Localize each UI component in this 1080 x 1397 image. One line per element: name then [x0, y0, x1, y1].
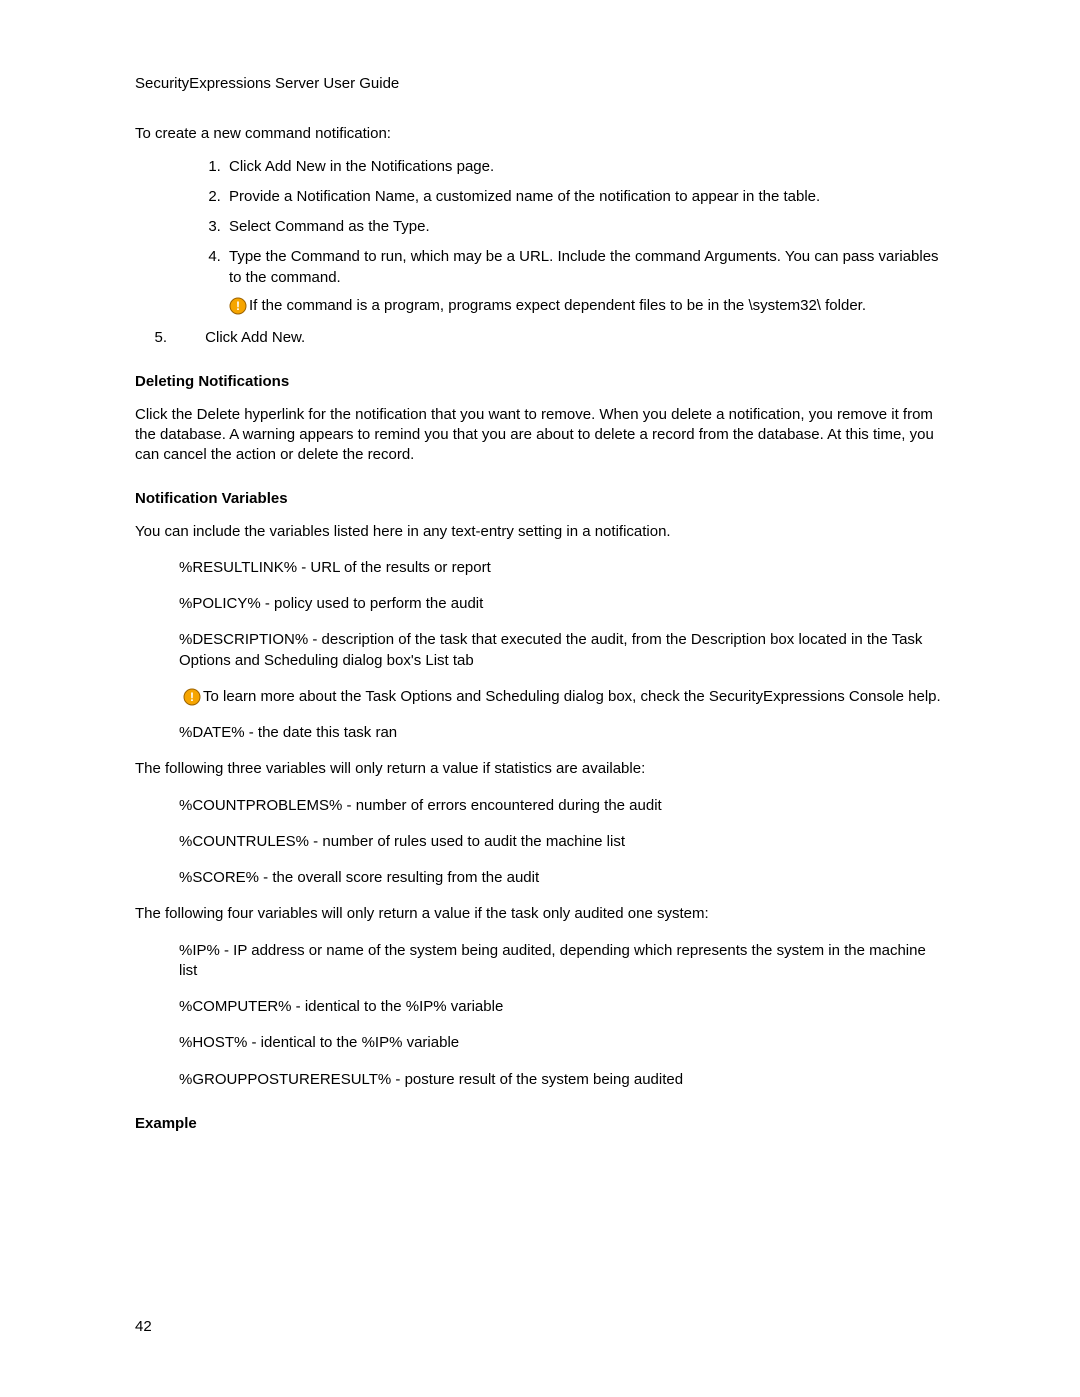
variables-heading: Notification Variables — [135, 489, 945, 509]
intro-paragraph: To create a new command notification: — [135, 124, 945, 144]
info-icon: ! — [229, 297, 247, 315]
var-date: %DATE% - the date this task ran — [179, 723, 945, 743]
variables-block-1: %RESULTLINK% - URL of the results or rep… — [135, 558, 945, 744]
var-resultlink: %RESULTLINK% - URL of the results or rep… — [179, 558, 945, 578]
task-note-text: To learn more about the Task Options and… — [203, 687, 945, 707]
deleting-body: Click the Delete hyperlink for the notif… — [135, 405, 945, 466]
step-3: Select Command as the Type. — [225, 217, 945, 237]
steps-list: Click Add New in the Notifications page.… — [135, 157, 945, 317]
variables-intro: You can include the variables listed her… — [135, 522, 945, 542]
step-2: Provide a Notification Name, a customize… — [225, 187, 945, 207]
page-header: SecurityExpressions Server User Guide — [135, 74, 945, 94]
variables-block-2: %COUNTPROBLEMS% - number of errors encou… — [135, 796, 945, 889]
task-note: ! To learn more about the Task Options a… — [179, 687, 945, 707]
var-score: %SCORE% - the overall score resulting fr… — [179, 868, 945, 888]
var-groupposture: %GROUPPOSTURERESULT% - posture result of… — [179, 1070, 945, 1090]
step-5-text: Click Add New. — [205, 328, 305, 348]
step-4-text: Type the Command to run, which may be a … — [229, 248, 939, 285]
var-description: %DESCRIPTION% - description of the task … — [179, 630, 945, 671]
step-5: 5. Click Add New. — [135, 328, 945, 348]
variables-block-3: %IP% - IP address or name of the system … — [135, 941, 945, 1090]
step-4: Type the Command to run, which may be a … — [225, 247, 945, 316]
single-intro: The following four variables will only r… — [135, 904, 945, 924]
step-4-note: ! If the command is a program, programs … — [229, 296, 945, 316]
var-policy: %POLICY% - policy used to perform the au… — [179, 594, 945, 614]
var-computer: %COMPUTER% - identical to the %IP% varia… — [179, 997, 945, 1017]
var-countproblems: %COUNTPROBLEMS% - number of errors encou… — [179, 796, 945, 816]
example-heading: Example — [135, 1114, 945, 1134]
step-5-number: 5. — [135, 328, 167, 348]
var-countrules: %COUNTRULES% - number of rules used to a… — [179, 832, 945, 852]
svg-text:!: ! — [236, 299, 240, 313]
deleting-heading: Deleting Notifications — [135, 372, 945, 392]
document-page: SecurityExpressions Server User Guide To… — [0, 0, 1080, 1397]
var-ip: %IP% - IP address or name of the system … — [179, 941, 945, 982]
var-host: %HOST% - identical to the %IP% variable — [179, 1033, 945, 1053]
svg-text:!: ! — [190, 690, 194, 704]
step-4-note-text: If the command is a program, programs ex… — [249, 296, 945, 316]
page-number: 42 — [135, 1317, 152, 1337]
stats-intro: The following three variables will only … — [135, 759, 945, 779]
step-1: Click Add New in the Notifications page. — [225, 157, 945, 177]
info-icon: ! — [183, 688, 201, 706]
